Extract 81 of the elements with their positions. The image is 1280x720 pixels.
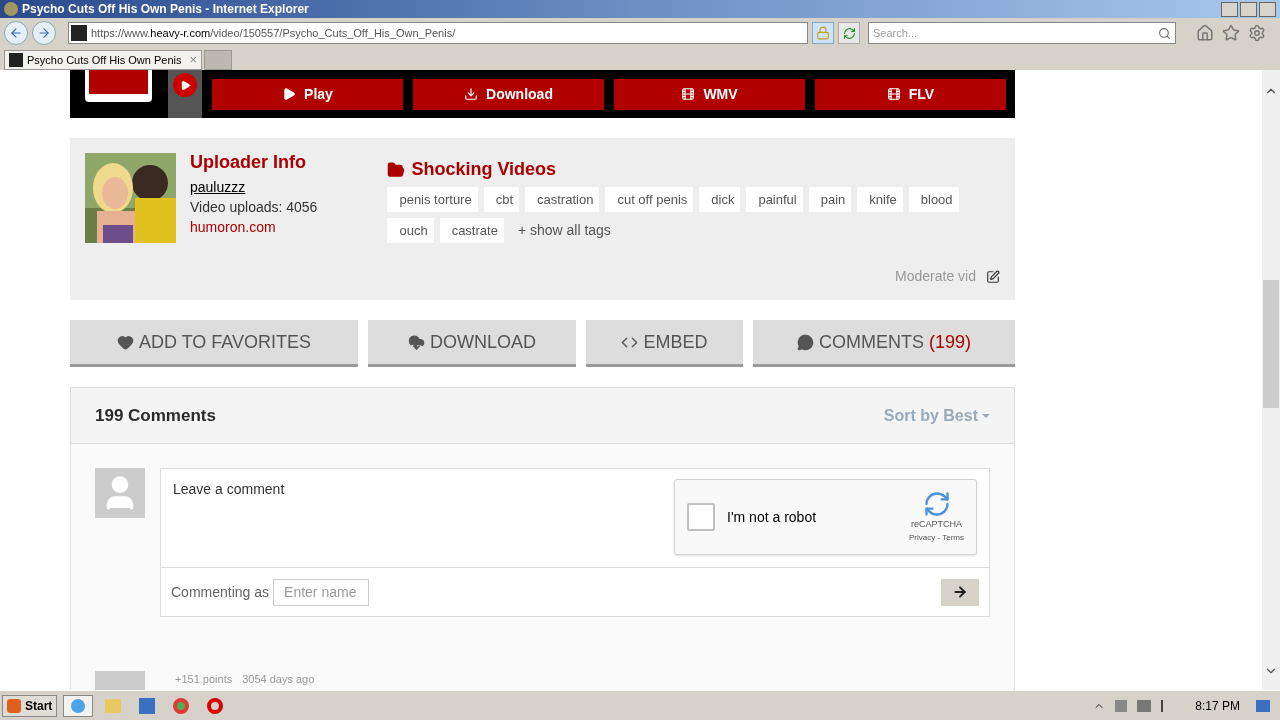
comment-icon [797,333,814,351]
player-button[interactable]: WMV [614,78,805,110]
forward-arrow-icon [37,26,51,40]
back-button[interactable] [4,21,28,45]
tag-link[interactable]: cut off penis [605,187,694,212]
chrome-taskbar-icon[interactable] [173,697,190,714]
recaptcha-icon [922,490,951,519]
search-icon [1158,26,1171,40]
scrollbar[interactable] [1262,70,1280,690]
tag-link[interactable]: castrate [439,218,504,243]
close-button[interactable] [1259,1,1276,17]
download-icon [464,87,479,101]
search-box[interactable]: Search... [868,22,1176,44]
caret-icon [982,413,990,418]
player-button[interactable]: FLV [815,78,1006,110]
tag-link[interactable]: castration [525,187,600,212]
captcha-checkbox[interactable] [687,503,715,531]
tag-link[interactable]: ouch [387,218,434,243]
site-link[interactable]: humoron.com [190,217,318,237]
home-icon[interactable] [1196,24,1214,42]
start-button[interactable]: Start [2,694,58,717]
address-field[interactable]: https://www.heavy-r.com/video/150557/Psycho_Cuts_Off_His_Own_Penis/ [68,22,808,44]
window-title: Psycho Cuts Off His Own Penis - Internet Explorer [22,1,309,18]
settings-icon[interactable] [1248,24,1266,42]
search-field[interactable]: Search... [873,24,1158,42]
player-button[interactable]: Download [413,78,604,110]
film-icon [886,87,901,101]
refresh-icon[interactable] [838,22,860,44]
show-desktop-button[interactable] [1256,699,1270,712]
player-button[interactable]: Play [212,78,403,110]
tag-link[interactable]: knife [857,187,903,212]
name-field[interactable]: Enter name [273,578,370,606]
tag-link[interactable]: cbt [483,187,520,212]
show-tags-link[interactable]: + show all tags [509,220,619,241]
uploads-count: Video uploads: 4056 [190,198,318,217]
action-tab[interactable]: DOWNLOAD [368,320,576,367]
action-tab[interactable]: EMBED [586,320,743,367]
edit-icon[interactable] [986,269,1000,284]
scroll-thumb[interactable] [1263,280,1279,408]
ie-taskbar-icon[interactable] [63,694,94,717]
play-icon [179,79,191,91]
play-icon [282,87,297,101]
hd-logo [85,70,152,102]
tag-link[interactable]: penis torture [387,187,478,212]
tag-link[interactable]: pain [808,187,852,212]
comment-points: +151 points [175,672,233,687]
minimize-button[interactable] [1221,1,1238,17]
captcha-label: I'm not a robot [727,507,817,527]
new-tab-button[interactable] [204,50,233,70]
arrow-icon [952,584,968,600]
back-arrow-icon [9,26,23,40]
submit-button[interactable] [941,578,979,606]
next-button[interactable] [173,73,197,97]
comment-field[interactable]: Leave a comment [173,479,674,567]
lock-icon[interactable] [812,22,834,44]
recaptcha-links[interactable]: Privacy - Terms [909,531,964,544]
tag-link[interactable]: dick [699,187,741,212]
browser-tab[interactable]: Psycho Cuts Off His Own Penis × [4,50,203,70]
comments-heading: 199 Comments [95,404,216,427]
heart-icon [116,333,134,351]
folder-icon [387,160,406,179]
action-tab[interactable]: COMMENTS (199) [753,320,1015,367]
uploader-heading: Uploader Info [190,153,307,171]
cloud-icon [408,333,425,351]
forward-button[interactable] [32,21,56,45]
tag-link[interactable]: painful [746,187,803,212]
comment-age: 3054 days ago [242,672,315,687]
address-url: https://www.heavy-r.com/video/150557/Psycho_Cuts_Off_His_Own_Penis/ [91,25,456,41]
clock[interactable]: 8:17 PM [1195,696,1240,715]
opera-taskbar-icon[interactable] [207,697,224,714]
category-link[interactable]: Shocking Videos [411,156,557,183]
commenting-as-label: Commenting as [171,582,270,602]
avatar-icon [95,468,145,518]
recaptcha-brand: reCAPTCHA [911,518,962,532]
tab-label: Psycho Cuts Off His Own Penis [27,52,182,68]
restore-button[interactable] [1240,1,1257,17]
uploader-link[interactable]: pauluzzz [190,177,318,197]
tag-link[interactable]: blood [908,187,959,212]
film-icon [681,87,696,101]
favorites-icon[interactable] [1222,24,1240,42]
action-tab[interactable]: ADD TO FAVORITES [70,320,358,367]
